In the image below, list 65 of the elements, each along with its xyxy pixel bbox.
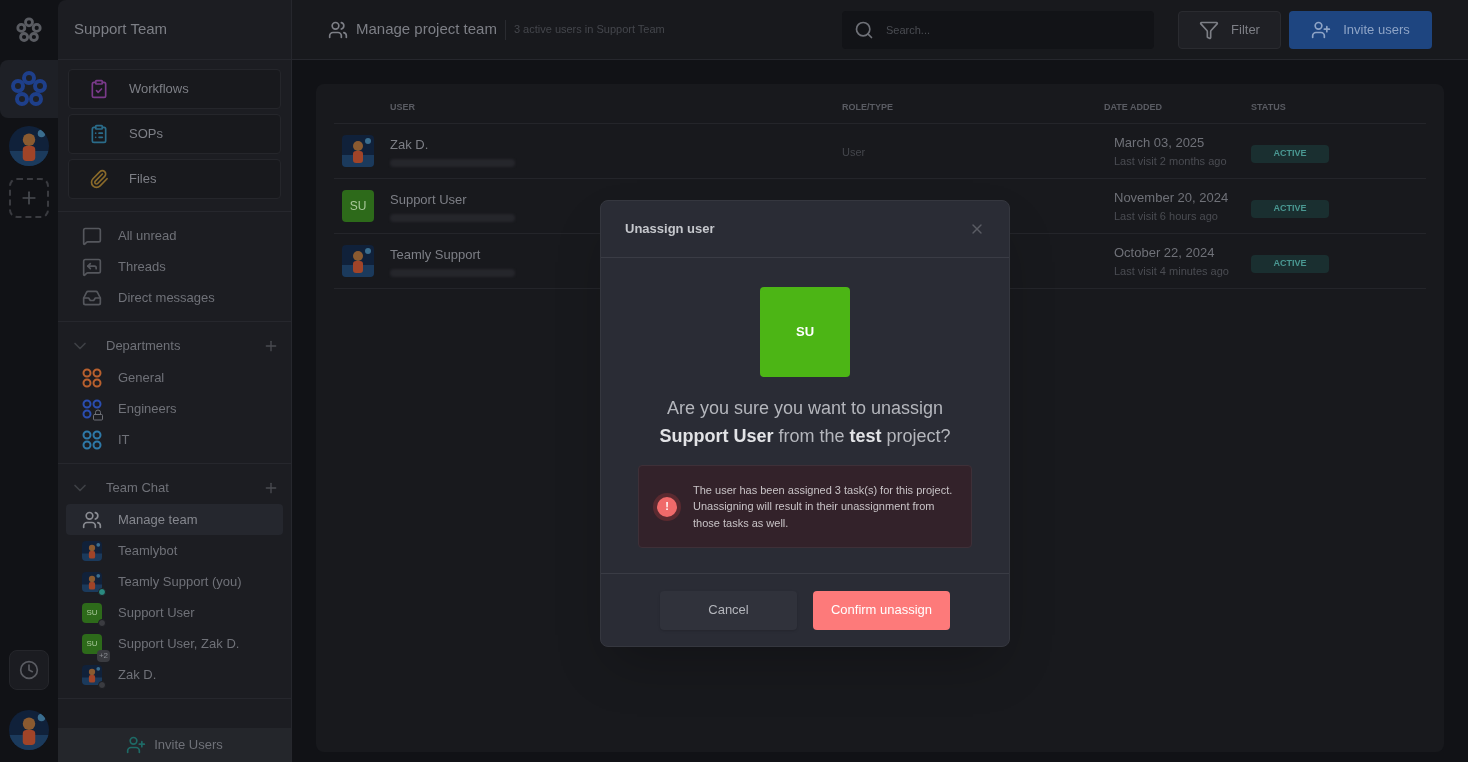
add-user-icon: [126, 735, 147, 755]
clipboard-list-icon: [89, 124, 109, 144]
section-title: Departments: [106, 337, 181, 356]
add-workspace-button[interactable]: [9, 178, 49, 218]
avatar: SU: [82, 633, 102, 654]
search-field[interactable]: Search...: [842, 10, 1154, 49]
chat-item[interactable]: Teamlybot: [66, 535, 283, 566]
add-icon[interactable]: [263, 338, 279, 354]
logo-icon[interactable]: [9, 69, 49, 109]
confirmation-question: Are you sure you want to unassign Support User from the test project?: [658, 397, 952, 448]
chat-bubble-icon: [82, 225, 102, 246]
shortcut-button[interactable]: Workflows: [68, 69, 281, 109]
workspace-tile[interactable]: [0, 60, 58, 118]
section-title: Team Chat: [106, 479, 169, 498]
sidebar-item[interactable]: All unread: [58, 220, 291, 251]
logo-icon[interactable]: [15, 16, 43, 44]
shortcut-button[interactable]: SOPs: [68, 114, 281, 154]
status-badge: ACTIVE: [1251, 145, 1329, 163]
user-name: Teamly Support: [390, 246, 482, 265]
chat-item[interactable]: Teamly Support (you): [66, 566, 283, 597]
sidebar-item[interactable]: Direct messages: [58, 282, 291, 313]
avatar: SU: [342, 190, 374, 222]
invite-users-button[interactable]: Invite Users: [58, 728, 291, 762]
date-added: March 03, 2025: [1114, 134, 1206, 152]
clock-icon: [19, 660, 39, 680]
cancel-button[interactable]: Cancel: [660, 590, 797, 630]
avatar: SU: [82, 602, 102, 623]
user-name: Zak D.: [390, 136, 430, 155]
add-icon[interactable]: [263, 480, 279, 496]
column-header: USER: [390, 100, 416, 114]
column-header: STATUS: [1251, 100, 1287, 114]
confirm-unassign-button[interactable]: Confirm unassign: [813, 590, 950, 630]
page-title: Manage project team: [356, 19, 497, 40]
chat-item[interactable]: Zak D.: [66, 659, 283, 690]
warning-text: The user has been assigned 3 task(s) for this project. Unassigning will result in their unassignment from those tasks as well.: [693, 482, 954, 531]
history-button[interactable]: [9, 650, 49, 690]
sidebar-item[interactable]: Threads: [58, 251, 291, 282]
filter-button[interactable]: Filter: [1178, 10, 1281, 49]
team-icon: [328, 19, 348, 40]
shortcut-button[interactable]: Files: [68, 159, 281, 199]
user-name: Support User: [390, 191, 468, 210]
team-icon: [82, 509, 102, 530]
reply-bubble-icon: [82, 256, 102, 277]
chat-item[interactable]: Manage team: [66, 504, 283, 535]
column-header: DATE ADDED: [1104, 100, 1163, 114]
chat-item[interactable]: SU Support User: [66, 597, 283, 628]
date-added: October 22, 2024: [1114, 244, 1216, 262]
filter-icon: [1199, 19, 1220, 40]
team-name: Support Team: [74, 19, 168, 40]
alert-icon: !: [657, 496, 677, 517]
avatar: SU: [760, 287, 850, 377]
invite-users-button[interactable]: Invite users: [1289, 10, 1432, 49]
paperclip-icon: [89, 169, 109, 189]
clipboard-check-icon: [89, 79, 109, 99]
search-icon: [854, 19, 874, 40]
dialog-title: Unassign user: [625, 220, 715, 239]
status-badge: ACTIVE: [1251, 200, 1329, 218]
sidebar-item[interactable]: Engineers: [58, 393, 291, 424]
column-header: ROLE/TYPE: [842, 100, 894, 114]
add-user-icon: [1311, 19, 1332, 40]
sidebar-item[interactable]: General: [58, 362, 291, 393]
chat-item[interactable]: SU +2 Support User, Zak D.: [66, 628, 283, 659]
date-added: November 20, 2024: [1114, 189, 1230, 207]
status-badge: ACTIVE: [1251, 255, 1329, 273]
sidebar-item[interactable]: IT: [58, 424, 291, 455]
